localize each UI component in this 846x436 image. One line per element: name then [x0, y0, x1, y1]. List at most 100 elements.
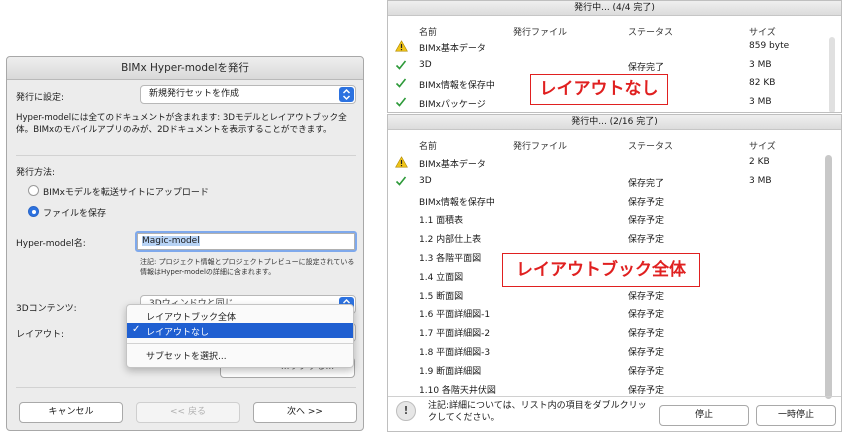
method-label: 発行方法:: [16, 168, 56, 178]
model-name-label: Hyper-model名:: [16, 239, 86, 249]
row-size: 3 MB: [749, 175, 772, 186]
menu-item-whole-book[interactable]: レイアウトブック全体: [146, 310, 236, 323]
scrollbar[interactable]: [829, 37, 835, 112]
publish-set-label: 発行に設定:: [16, 93, 65, 103]
row-status: 保存完了: [628, 178, 665, 189]
table-row[interactable]: BIMx情報を保存中 保存予定: [388, 193, 818, 212]
table-row[interactable]: 1.9 断面詳細図 保存予定: [388, 362, 818, 381]
option-upload-label: BIMxモデルを転送サイトにアップロード: [43, 188, 209, 198]
divider: [16, 155, 356, 156]
radio-save-file[interactable]: [28, 206, 39, 217]
menu-item-no-layout-label: レイアウトなし: [146, 328, 210, 338]
progress-panel-whole-book: 発行中... (2/16 完了) 名前 発行ファイル ステータス サイズ BIM…: [387, 114, 842, 432]
radio-upload[interactable]: [28, 185, 39, 196]
menu-item-select-subset[interactable]: サブセットを選択...: [146, 349, 227, 362]
publish-set-value: 新規発行セットを作成: [149, 89, 240, 99]
contents-3d-label: 3Dコンテンツ:: [16, 304, 77, 314]
row-name: BIMxパッケージ: [419, 99, 486, 110]
chevron-updown-icon: [339, 87, 354, 102]
row-name: 1.1 面積表: [419, 216, 464, 227]
model-note: 注記: プロジェクト情報とプロジェクトプレビューに設定されている情報はHyper…: [140, 258, 355, 276]
table-row[interactable]: 1.2 内部仕上表 保存予定: [388, 230, 818, 249]
divider: [16, 387, 356, 388]
table-row[interactable]: BIMx基本データ 2 KB: [388, 155, 818, 174]
row-name: BIMx情報を保存中: [419, 197, 495, 208]
row-status: 保存予定: [628, 329, 665, 340]
row-size: 3 MB: [749, 59, 772, 70]
layout-dropdown-menu: レイアウトブック全体 ✓ レイアウトなし サブセットを選択...: [126, 304, 354, 368]
cancel-button[interactable]: キャンセル: [19, 402, 123, 423]
stop-button[interactable]: 停止: [659, 405, 749, 426]
publish-set-select[interactable]: 新規発行セットを作成: [140, 85, 356, 104]
column-header-name[interactable]: 名前: [419, 25, 437, 38]
menu-item-no-layout[interactable]: ✓ レイアウトなし: [127, 323, 353, 338]
check-icon: [395, 77, 407, 92]
menu-divider: [127, 343, 353, 344]
table-row[interactable]: 1.7 平面詳細図-2 保存予定: [388, 324, 818, 343]
publish-dialog: BIMx Hyper-modelを発行 発行に設定: 新規発行セットを作成 Hy…: [6, 56, 364, 431]
row-size: 2 KB: [749, 157, 770, 167]
next-button[interactable]: 次へ >>: [253, 402, 357, 423]
row-name: 1.8 平面詳細図-3: [419, 348, 491, 358]
column-header-name[interactable]: 名前: [419, 139, 437, 152]
footer-note: 注記:詳細については、リスト内の項目をダブルクリックしてください。: [428, 401, 647, 423]
row-name: 1.4 立面図: [419, 272, 464, 283]
row-status: 保存予定: [628, 216, 665, 227]
model-name-focus-ring: Magic-model: [135, 231, 357, 252]
row-size: 3 MB: [749, 96, 772, 107]
check-icon: [395, 96, 407, 111]
row-status: 保存予定: [628, 310, 665, 321]
callout-whole-book: レイアウトブック全体: [502, 253, 700, 287]
table-row[interactable]: 1.8 平面詳細図-3 保存予定: [388, 343, 818, 362]
table-row[interactable]: 1.1 面積表 保存予定: [388, 211, 818, 230]
row-name: BIMx基本データ: [419, 160, 486, 170]
column-header-size[interactable]: サイズ: [749, 139, 776, 152]
table-row[interactable]: BIMx基本データ 859 byte: [388, 39, 818, 58]
row-name: 1.6 平面詳細図-1: [419, 310, 491, 321]
table-row[interactable]: 1.5 断面図 保存予定: [388, 287, 818, 306]
warning-icon: [395, 40, 408, 55]
column-header-file[interactable]: 発行ファイル: [513, 139, 567, 152]
column-header-status[interactable]: ステータス: [628, 25, 673, 38]
row-status: 保存予定: [628, 235, 665, 246]
pause-button[interactable]: 一時停止: [756, 405, 836, 426]
warning-icon: [395, 156, 408, 171]
column-header-status[interactable]: ステータス: [628, 139, 673, 152]
table-row[interactable]: 1.6 平面詳細図-1 保存予定: [388, 305, 818, 324]
option-save-file[interactable]: ファイルを保存: [28, 205, 228, 219]
row-name: 1.10 各階天井伏図: [419, 385, 496, 396]
row-name: 1.5 断面図: [419, 291, 464, 302]
row-status: 保存予定: [628, 291, 665, 302]
row-status: 保存予定: [628, 366, 665, 377]
row-name: BIMx情報を保存中: [419, 81, 495, 91]
progress-panel-no-layout: 発行中... (4/4 完了) 名前 発行ファイル ステータス サイズ BIMx…: [387, 0, 842, 113]
layout-label: レイアウト:: [16, 330, 65, 340]
model-name-input[interactable]: Magic-model: [137, 233, 355, 250]
row-size: 82 KB: [749, 78, 776, 88]
column-header-size[interactable]: サイズ: [749, 25, 776, 38]
column-header-file[interactable]: 発行ファイル: [513, 25, 567, 38]
row-status: 保存予定: [628, 385, 665, 396]
row-name: 3D: [419, 175, 432, 186]
row-name: BIMx基本データ: [419, 44, 486, 54]
row-size: 859 byte: [749, 41, 790, 51]
checkmark-icon: ✓: [132, 324, 141, 335]
row-name: 1.7 平面詳細図-2: [419, 329, 491, 340]
table-row[interactable]: 3D 保存完了 3 MB: [388, 174, 818, 193]
dialog-title: BIMx Hyper-modelを発行: [7, 57, 363, 80]
option-save-file-label: ファイルを保存: [43, 209, 107, 219]
callout-no-layout: レイアウトなし: [530, 74, 668, 105]
row-name: 1.9 断面詳細図: [419, 366, 482, 377]
row-name: 1.2 内部仕上表: [419, 235, 482, 246]
check-icon: [395, 175, 407, 190]
row-status: 保存予定: [628, 197, 665, 208]
option-upload[interactable]: BIMxモデルを転送サイトにアップロード: [28, 184, 228, 198]
back-button[interactable]: << 戻る: [136, 402, 240, 423]
scrollbar-thumb[interactable]: [825, 155, 832, 399]
row-status: 保存完了: [628, 62, 665, 73]
panel-title: 発行中... (4/4 完了): [388, 1, 841, 16]
row-status: 保存予定: [628, 348, 665, 358]
info-icon: !: [396, 401, 416, 421]
dialog-description: Hyper-modelには全てのドキュメントが含まれます: 3Dモデルとレイアウ…: [16, 113, 347, 135]
row-name: 1.3 各階平面図: [419, 254, 482, 264]
